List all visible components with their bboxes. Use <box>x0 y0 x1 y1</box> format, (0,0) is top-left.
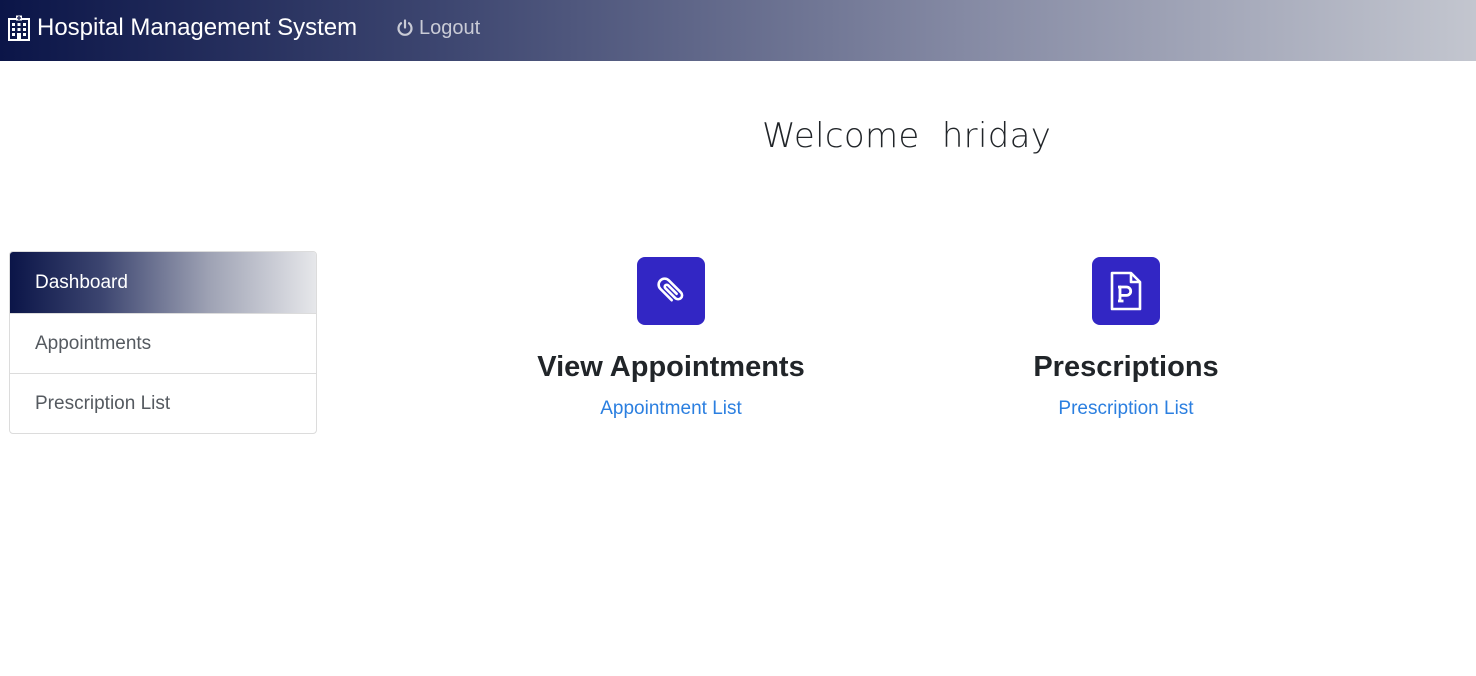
appointment-list-link[interactable]: Appointment List <box>600 398 742 420</box>
sidebar-item-label: Dashboard <box>35 271 128 293</box>
appointments-card-title: View Appointments <box>537 351 805 383</box>
appointments-card: View Appointments Appointment List <box>491 257 851 420</box>
sidebar-item-label: Prescription List <box>35 392 171 414</box>
sidebar-item-prescription-list[interactable]: Prescription List <box>10 373 316 433</box>
appointments-icon-box <box>637 257 705 325</box>
brand-link[interactable]: Hospital Management System <box>8 0 357 56</box>
power-icon <box>397 19 413 36</box>
sidebar-item-dashboard[interactable]: Dashboard <box>10 252 316 313</box>
sidebar-item-label: Appointments <box>35 332 152 354</box>
navbar: Hospital Management System Logout <box>0 0 1476 61</box>
paperclip-icon <box>657 277 684 302</box>
prescriptions-card: Prescriptions Prescription List <box>946 257 1306 420</box>
brand-title: Hospital Management System <box>37 14 358 41</box>
logout-link[interactable]: Logout <box>396 0 480 56</box>
logout-label: Logout <box>419 16 481 39</box>
prescriptions-card-title: Prescriptions <box>1033 351 1219 383</box>
welcome-heading: Welcome hriday <box>762 116 1052 156</box>
sidebar: Dashboard Appointments Prescription List <box>9 251 317 434</box>
prescription-list-link[interactable]: Prescription List <box>1058 398 1193 420</box>
prescription-file-icon <box>1110 271 1142 311</box>
hospital-icon <box>8 15 30 41</box>
prescriptions-icon-box <box>1092 257 1160 325</box>
sidebar-item-appointments[interactable]: Appointments <box>10 313 316 373</box>
